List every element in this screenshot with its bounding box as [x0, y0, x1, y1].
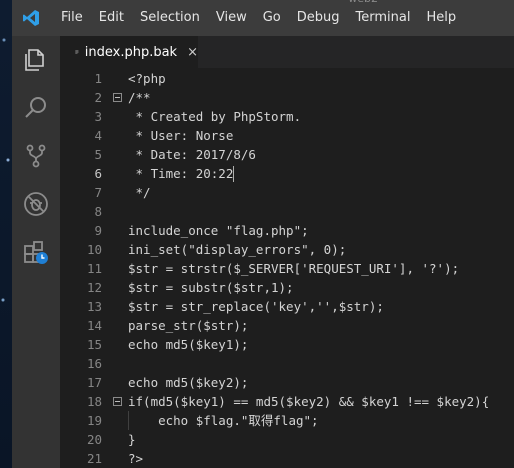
tab-index-php-bak[interactable]: index.php.bak × — [60, 36, 198, 68]
activity-bar — [12, 36, 60, 468]
line-number: 10 — [86, 242, 102, 257]
code-line[interactable]: ?> — [128, 449, 143, 468]
fold-toggle-icon[interactable] — [113, 93, 122, 102]
tab-bar: index.php.bak × — [60, 36, 514, 68]
menu-item-view[interactable]: View — [208, 0, 255, 36]
line-number: 4 — [94, 128, 102, 143]
menu-item-file[interactable]: File — [53, 0, 91, 36]
menu-item-help[interactable]: Help — [418, 0, 464, 36]
menubar: File Edit Selection View Go Debug Terminal Help… — [12, 0, 514, 36]
line-number: 19 — [86, 413, 102, 428]
menu: File Edit Selection View Go Debug Terminal Help — [53, 0, 464, 36]
line-number: 17 — [86, 375, 102, 390]
fold-toggle-icon[interactable] — [113, 397, 122, 406]
code-line[interactable]: echo md5($key1); — [128, 335, 248, 354]
line-number: 3 — [94, 109, 102, 124]
menu-item-debug[interactable]: Debug — [289, 0, 348, 36]
line-number: 6 — [94, 166, 102, 181]
code-line[interactable]: <?php — [128, 69, 166, 88]
code-line[interactable]: */ — [128, 183, 151, 202]
code-line[interactable]: * Date: 2017/8/6 — [128, 145, 256, 164]
line-number: 8 — [94, 204, 102, 219]
text-cursor — [233, 166, 235, 182]
code-line[interactable]: echo $flag."取得flag"; — [128, 411, 318, 430]
close-icon[interactable]: × — [187, 45, 198, 60]
code-line[interactable]: echo md5($key2); — [128, 373, 248, 392]
menu-item-selection[interactable]: Selection — [132, 0, 208, 36]
menu-item-go[interactable]: Go — [255, 0, 289, 36]
debug-icon[interactable] — [12, 180, 60, 228]
line-number: 20 — [86, 432, 102, 447]
line-number: 5 — [94, 147, 102, 162]
code-line[interactable]: if(md5($key1) == md5($key2) && $key1 !==… — [128, 392, 489, 411]
tab-label: index.php.bak — [84, 44, 178, 60]
line-number: 1 — [94, 71, 102, 86]
extensions-icon[interactable] — [12, 228, 60, 276]
vscode-logo-icon — [16, 0, 46, 36]
desktop-background — [0, 0, 12, 468]
code-editor[interactable]: 1 <?php 2 /** 3 * Created by PhpStorm. 4 * Us… — [60, 68, 514, 468]
line-number: 12 — [86, 280, 102, 295]
code-line[interactable]: ini_set("display_errors", 0); — [128, 240, 346, 259]
line-number: 14 — [86, 318, 102, 333]
indent-guide — [128, 411, 129, 430]
code-line[interactable]: $str = strstr($_SERVER['REQUEST_URI'], '… — [128, 259, 459, 278]
line-number: 18 — [86, 394, 102, 409]
line-number: 2 — [94, 90, 102, 105]
line-number: 7 — [94, 185, 102, 200]
code-line[interactable]: * Created by PhpStorm. — [128, 107, 302, 126]
explorer-icon[interactable] — [12, 36, 60, 84]
line-number: 15 — [86, 337, 102, 352]
code-line[interactable]: include_once "flag.php"; — [128, 221, 309, 240]
line-number: 13 — [86, 299, 102, 314]
code-line[interactable]: * User: Norse — [128, 126, 234, 145]
search-icon[interactable] — [12, 84, 60, 132]
code-line[interactable]: } — [128, 430, 136, 449]
code-line[interactable]: * Time: 20:22 — [128, 164, 234, 183]
window-title: web2 — [348, 0, 378, 6]
line-number: 9 — [94, 223, 102, 238]
source-control-icon[interactable] — [12, 132, 60, 180]
menu-item-edit[interactable]: Edit — [91, 0, 132, 36]
code-line[interactable]: $str = str_replace('key','',$str); — [128, 297, 384, 316]
line-number: 21 — [86, 451, 102, 466]
line-number: 11 — [86, 261, 102, 276]
file-lines-icon — [75, 50, 79, 54]
code-line[interactable]: parse_str($str); — [128, 316, 248, 335]
line-number: 16 — [86, 356, 102, 371]
code-line[interactable]: $str = substr($str,1); — [128, 278, 294, 297]
code-line[interactable]: /** — [128, 88, 151, 107]
